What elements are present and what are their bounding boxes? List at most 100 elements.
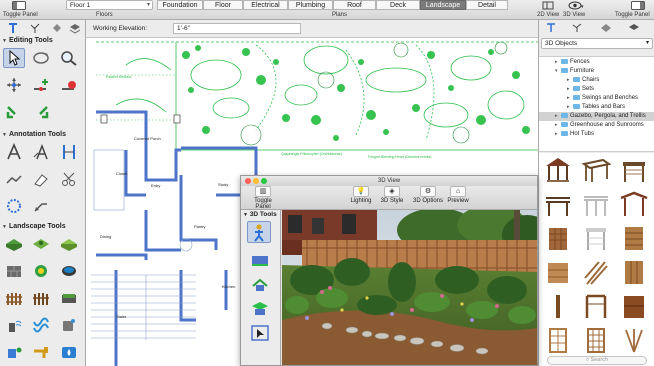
lighting-button[interactable]: 💡 Lighting (348, 186, 374, 204)
wood-screen-thumbnail[interactable] (541, 257, 575, 287)
tab-roof[interactable]: Roof (333, 0, 376, 10)
tree-item-hot-tubs[interactable]: ▸ Hot Tubs (539, 130, 654, 139)
landscape-tools-header[interactable]: ▼ Landscape Tools (2, 223, 66, 230)
gazebo-thumbnail[interactable] (541, 155, 575, 185)
fence-tool[interactable] (3, 288, 25, 308)
cedar-pergola-thumbnail[interactable] (617, 189, 651, 219)
tab-floor[interactable]: Floor (203, 0, 243, 10)
planting-bed-tool[interactable] (30, 234, 52, 254)
join-tool[interactable] (3, 102, 25, 122)
3d-options-button[interactable]: ⚙ 3D Options (411, 186, 445, 204)
tab-deck[interactable]: Deck (376, 0, 420, 10)
toggle-panel-3d-button[interactable]: ▥ Toggle Panel (247, 186, 279, 210)
terrain-tool[interactable] (3, 234, 25, 254)
leader-tool[interactable] (30, 196, 52, 216)
3d-render-view[interactable] (282, 210, 537, 365)
privacy-screen-thumbnail[interactable] (617, 291, 651, 321)
pond-icon (62, 266, 76, 276)
tree-item-chairs[interactable]: ▸ Chairs (539, 76, 654, 85)
floor-select[interactable]: Floor 1 ▾ (66, 0, 153, 10)
pond-tool[interactable] (58, 261, 80, 281)
tree-item-fences[interactable]: ▸ Fences (539, 58, 654, 67)
break-tool[interactable] (30, 102, 52, 122)
tree-item-greenhouse[interactable]: ▸ Greenhouse and Sunrooms (539, 121, 654, 130)
move-tool[interactable] (3, 75, 25, 95)
water-tool[interactable] (3, 342, 25, 362)
3d-style-button[interactable]: ◈ 3D Style (378, 186, 406, 204)
view-2d-button[interactable] (540, 1, 556, 11)
view-3d-titlebar[interactable]: 3D View (241, 176, 537, 186)
toggle-panel-right-button[interactable] (628, 1, 648, 11)
picket-fence-tool[interactable] (30, 288, 52, 308)
grid-trellis-thumbnail[interactable] (579, 325, 613, 355)
close-window-button[interactable] (245, 178, 251, 184)
gate-arbor-thumbnail[interactable] (579, 291, 613, 321)
marker-icon (34, 174, 48, 187)
orbit-tool[interactable] (249, 276, 271, 292)
toggle-panel-3d-label: Toggle Panel (254, 198, 272, 210)
plant-tab-button[interactable] (24, 21, 46, 35)
cut-tool[interactable] (58, 169, 80, 189)
arbor-thumbnail[interactable] (617, 155, 651, 185)
tree-item-tables[interactable]: ▸ Tables and Bars (539, 103, 654, 112)
line-tool[interactable] (3, 169, 25, 189)
tree-item-sets[interactable]: ▸ Sets (539, 85, 654, 94)
text-tool[interactable] (3, 142, 25, 162)
tab-landscape[interactable]: Landscape (420, 0, 466, 10)
lawn-tool[interactable] (58, 234, 80, 254)
irrigation-tool[interactable] (30, 315, 52, 335)
add-point-tool[interactable] (30, 75, 52, 95)
preview-button[interactable]: ⌂ Preview (445, 186, 471, 204)
minimize-window-button[interactable] (253, 178, 259, 184)
plant-chooser-tool[interactable] (30, 261, 52, 281)
walkthrough-tool[interactable] (247, 221, 271, 243)
callout-tool[interactable] (30, 142, 52, 162)
dimension-tool[interactable] (58, 142, 80, 162)
pipe-tool[interactable] (30, 342, 52, 362)
layers-tab-button[interactable] (64, 21, 86, 35)
spray-tool[interactable] (58, 315, 80, 335)
tab-plumbing[interactable]: Plumbing (288, 0, 333, 10)
toggle-panel-left-button[interactable] (9, 1, 29, 11)
library-select[interactable]: 3D Objects ▾ (541, 38, 653, 49)
lattice-thumbnail[interactable] (617, 223, 651, 253)
camera-tool[interactable] (249, 252, 271, 268)
tab-foundation[interactable]: Foundation (157, 0, 203, 10)
tall-trellis-thumbnail[interactable] (541, 325, 575, 355)
pointer-3d-tool[interactable] (249, 324, 271, 342)
tree-item-gazebo[interactable]: ▸ Gazebo, Pergola, and Trellis (539, 112, 654, 121)
retaining-wall-tool[interactable] (3, 261, 25, 281)
editing-tools-header[interactable]: ▼ Editing Tools (2, 37, 53, 44)
drip-tool[interactable] (58, 342, 80, 362)
tree-item-swings[interactable]: ▸ Swings and Benches (539, 94, 654, 103)
fan-trellis-thumbnail[interactable] (617, 325, 651, 355)
library-search-field[interactable]: ⌕ Search (547, 356, 647, 365)
sprinkler-tool[interactable] (3, 315, 25, 335)
white-pergola-thumbnail[interactable] (579, 189, 613, 219)
working-elevation-field[interactable]: 1'-6" (173, 23, 301, 34)
slat-screen-thumbnail[interactable] (579, 257, 613, 287)
revision-cloud-tool[interactable] (3, 196, 25, 216)
post-thumbnail[interactable] (541, 291, 575, 321)
trellis-thumbnail[interactable] (541, 223, 575, 253)
pergola-thumbnail[interactable] (579, 155, 613, 185)
zoom-window-button[interactable] (261, 178, 267, 184)
pergola-dark-thumbnail[interactable] (541, 189, 575, 219)
annotation-tools-header[interactable]: ▼ Annotation Tools (2, 131, 66, 138)
white-arbor-thumbnail[interactable] (579, 223, 613, 253)
tab-detail[interactable]: Detail (466, 0, 508, 10)
tree-item-furniture[interactable]: ▾ Furniture (539, 67, 654, 76)
raised-bed-tool[interactable] (58, 288, 80, 308)
elevation-marker-tool[interactable] (30, 169, 52, 189)
tools-tab-button[interactable] (2, 21, 24, 35)
tab-electrical[interactable]: Electrical (243, 0, 288, 10)
delete-point-tool[interactable] (58, 75, 80, 95)
panel-trellis-thumbnail[interactable] (617, 257, 651, 287)
3d-tools-header[interactable]: ▼ 3D Tools (243, 211, 277, 218)
view-3d-button[interactable]: ▾ (566, 1, 586, 11)
rotate-tool[interactable] (30, 48, 52, 68)
folder-icon (561, 67, 568, 73)
aerial-tool[interactable] (249, 300, 271, 316)
zoom-tool[interactable] (58, 48, 80, 68)
select-tool[interactable] (3, 48, 25, 68)
